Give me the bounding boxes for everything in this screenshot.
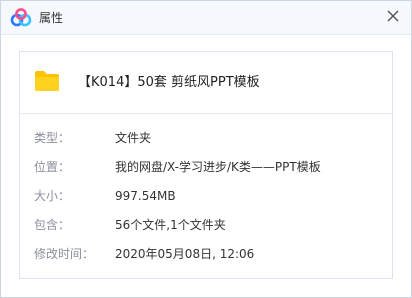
dialog-title: 属性: [39, 11, 64, 25]
property-label: 位置：: [34, 160, 71, 174]
property-row-location: 位置： 我的网盘/X-学习进步/K类——PPT模板: [20, 157, 392, 177]
file-header: 【K014】50套 剪纸风PPT模板: [20, 52, 392, 114]
property-row-modified: 修改时间： 2020年05月08日, 12:06: [20, 244, 392, 264]
property-row-contains: 包含： 56个文件,1个文件夹: [20, 215, 392, 235]
property-label: 修改时间：: [34, 247, 95, 261]
property-row-size: 大小： 997.54MB: [20, 186, 392, 206]
folder-icon: [34, 70, 60, 92]
property-value: 997.54MB: [115, 189, 176, 203]
file-name: 【K014】50套 剪纸风PPT模板: [78, 75, 260, 90]
property-value: 56个文件,1个文件夹: [115, 218, 226, 232]
property-label: 类型：: [34, 131, 71, 145]
close-icon: [387, 10, 399, 22]
dialog-titlebar: 属性: [1, 1, 411, 35]
property-label: 大小：: [34, 189, 71, 203]
properties-dialog: 属性 【K014】50套 剪纸风PPT模板 类型： 文件夹 位置： 我的网盘/X…: [0, 0, 412, 298]
property-value-link[interactable]: 我的网盘/X-学习进步/K类——PPT模板: [115, 157, 321, 177]
close-button[interactable]: [384, 7, 402, 25]
property-row-type: 类型： 文件夹: [20, 128, 392, 148]
baidu-netdisk-logo-icon: [10, 8, 32, 28]
property-value: 2020年05月08日, 12:06: [115, 247, 255, 261]
properties-panel: 【K014】50套 剪纸风PPT模板 类型： 文件夹 位置： 我的网盘/X-学习…: [19, 51, 393, 279]
property-label: 包含：: [34, 218, 71, 232]
property-value: 文件夹: [115, 131, 152, 145]
